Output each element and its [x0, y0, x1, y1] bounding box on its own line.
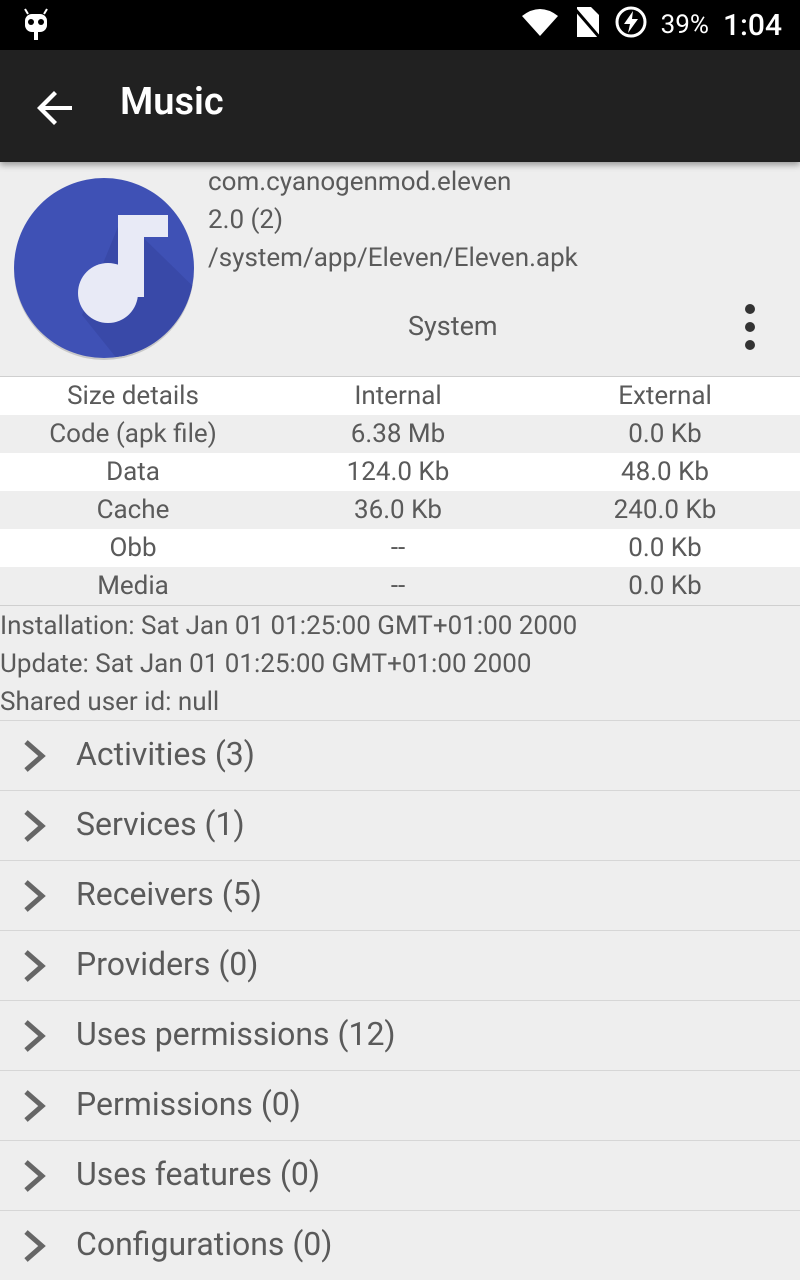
- external-value: 0.0 Kb: [628, 533, 702, 563]
- section-label: Uses permissions (12): [76, 1015, 396, 1053]
- internal-value: 124.0 Kb: [346, 457, 450, 487]
- package-name: com.cyanogenmod.eleven: [208, 167, 512, 197]
- row-label: Data: [106, 457, 160, 487]
- chevron-right-icon: [24, 950, 46, 982]
- section-label: Receivers (5): [76, 875, 262, 913]
- section-label: Services (1): [76, 805, 245, 843]
- row-label: Cache: [96, 495, 170, 525]
- row-label: Code (apk file): [49, 419, 217, 449]
- app-type-label: System: [408, 310, 498, 342]
- chevron-right-icon: [24, 880, 46, 912]
- section-label: Permissions (0): [76, 1085, 301, 1123]
- app-bar: Music: [0, 50, 800, 162]
- table-row: Data 124.0 Kb 48.0 Kb: [0, 453, 800, 491]
- section-providers[interactable]: Providers (0): [0, 930, 800, 1000]
- version-label: 2.0 (2): [208, 205, 284, 235]
- external-value: 240.0 Kb: [613, 495, 717, 525]
- status-bar: 39% 1:04: [0, 0, 800, 50]
- size-table-header: Size details Internal External: [0, 377, 800, 415]
- section-label: Activities (3): [76, 735, 255, 773]
- section-permissions[interactable]: Permissions (0): [0, 1070, 800, 1140]
- apk-path: /system/app/Eleven/Eleven.apk: [208, 243, 578, 273]
- clock: 1:04: [722, 7, 782, 43]
- chevron-right-icon: [24, 1230, 46, 1262]
- arrow-back-icon: [37, 91, 72, 125]
- cyanogen-mascot-icon: [22, 8, 50, 46]
- external-value: 48.0 Kb: [620, 457, 710, 487]
- section-services[interactable]: Services (1): [0, 790, 800, 860]
- size-table: Size details Internal External Code (apk…: [0, 377, 800, 605]
- section-label: Uses features (0): [76, 1155, 320, 1193]
- chevron-right-icon: [24, 810, 46, 842]
- external-value: 0.0 Kb: [628, 571, 702, 601]
- internal-value: --: [390, 533, 406, 563]
- install-info: Installation: Sat Jan 01 01:25:00 GMT+01…: [0, 607, 577, 721]
- chevron-right-icon: [24, 1020, 46, 1052]
- table-row: Obb -- 0.0 Kb: [0, 529, 800, 567]
- divider: [0, 605, 800, 606]
- update-date: Update: Sat Jan 01 01:25:00 GMT+01:00 20…: [0, 649, 532, 679]
- row-label: Media: [97, 571, 169, 601]
- component-sections: Activities (3) Services (1) Receivers (5…: [0, 720, 800, 1280]
- table-row: Media -- 0.0 Kb: [0, 567, 800, 605]
- section-configurations[interactable]: Configurations (0): [0, 1210, 800, 1280]
- battery-charging-icon: [615, 6, 647, 45]
- external-value: 0.0 Kb: [628, 419, 702, 449]
- battery-percent: 39%: [660, 10, 709, 40]
- header-internal: Internal: [354, 381, 442, 411]
- internal-value: --: [390, 571, 406, 601]
- internal-value: 6.38 Mb: [350, 419, 446, 449]
- section-uses-features[interactable]: Uses features (0): [0, 1140, 800, 1210]
- app-icon: [12, 175, 196, 361]
- installation-date: Installation: Sat Jan 01 01:25:00 GMT+01…: [0, 611, 578, 641]
- chevron-right-icon: [24, 1160, 46, 1192]
- overflow-menu-button[interactable]: [735, 303, 765, 351]
- header-external: External: [618, 381, 712, 411]
- more-vert-icon: [745, 304, 755, 350]
- page-title: Music: [120, 80, 224, 124]
- section-label: Configurations (0): [76, 1225, 333, 1263]
- section-label: Providers (0): [76, 945, 259, 983]
- header-size-details: Size details: [67, 381, 199, 411]
- section-uses-permissions[interactable]: Uses permissions (12): [0, 1000, 800, 1070]
- back-button[interactable]: [34, 86, 78, 130]
- table-row: Code (apk file) 6.38 Mb 0.0 Kb: [0, 415, 800, 453]
- section-receivers[interactable]: Receivers (5): [0, 860, 800, 930]
- shared-user-id: Shared user id: null: [0, 687, 220, 717]
- table-row: Cache 36.0 Kb 240.0 Kb: [0, 491, 800, 529]
- chevron-right-icon: [24, 1090, 46, 1122]
- row-label: Obb: [109, 533, 157, 563]
- wifi-icon: [521, 7, 559, 44]
- internal-value: 36.0 Kb: [353, 495, 443, 525]
- no-sim-icon: [573, 5, 601, 46]
- chevron-right-icon: [24, 740, 46, 772]
- section-activities[interactable]: Activities (3): [0, 720, 800, 790]
